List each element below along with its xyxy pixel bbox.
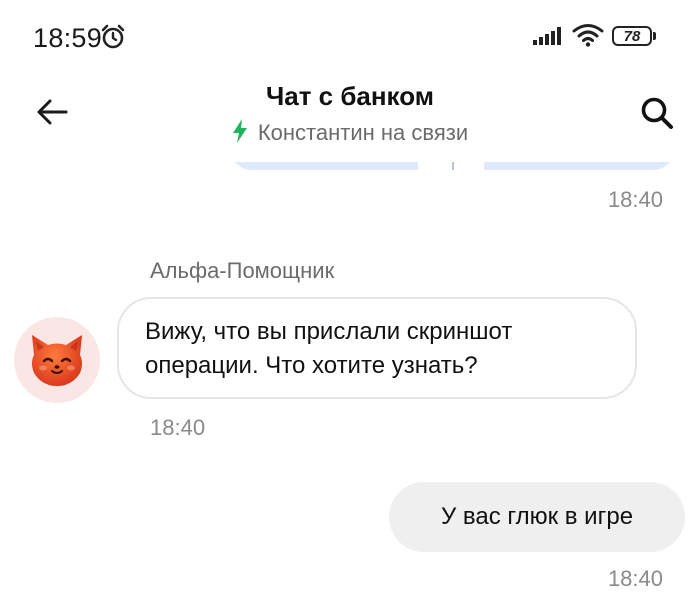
status-time: 18:59 (33, 23, 103, 53)
incoming-message[interactable]: Вижу, что вы прислали скриншот операции.… (117, 297, 637, 399)
signal-bars-icon (533, 27, 565, 50)
operator-status: Константин на связи (0, 119, 700, 149)
avatar (14, 317, 100, 403)
status-bar: 18:59 78 (0, 0, 700, 70)
cat-face-icon (32, 335, 82, 386)
battery-icon: 78 (612, 26, 652, 46)
alarm-clock-icon (100, 24, 126, 55)
chat-messages[interactable]: 18:40 Альфа-Помощник Вижу, что вы присла… (0, 130, 700, 616)
operator-status-text: Константин на связи (257, 120, 469, 145)
lightning-bolt-icon (232, 119, 248, 149)
search-icon (641, 97, 673, 129)
outgoing-message[interactable]: У вас глюк в игре (389, 482, 685, 552)
message-time: 18:40 (150, 415, 206, 440)
battery-level: 78 (623, 27, 641, 45)
sender-name: Альфа-Помощник (150, 258, 335, 283)
page-title: Чат с банком (265, 81, 435, 111)
wifi-icon (572, 23, 604, 52)
message-time: 18:40 (607, 566, 663, 591)
message-time: 18:40 (607, 187, 663, 212)
battery-tip (653, 32, 656, 40)
search-button[interactable] (634, 90, 680, 136)
chat-header: Чат с банком Константин на связи (0, 70, 700, 162)
